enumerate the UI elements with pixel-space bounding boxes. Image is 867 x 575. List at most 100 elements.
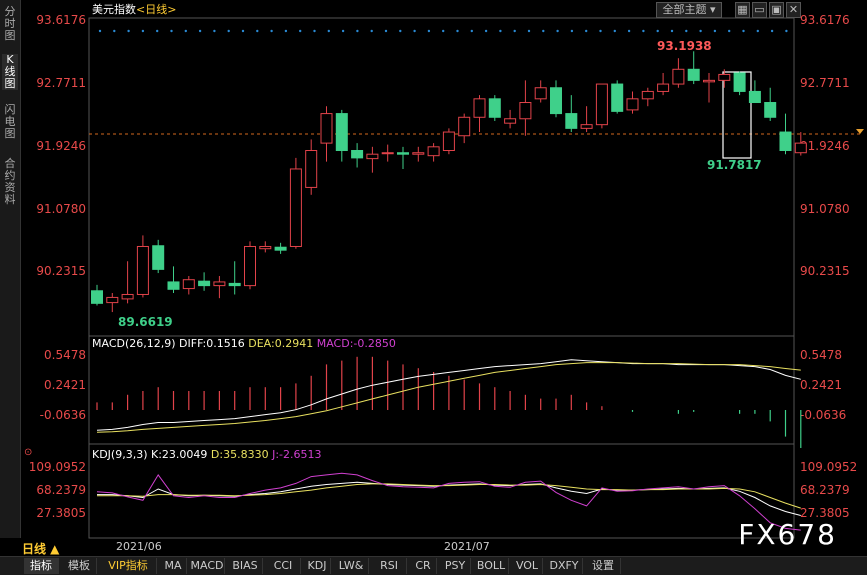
tab-boll[interactable]: BOLL [474,558,509,574]
indicator-tab-bar: 指标 模板 VIP指标 MA MACD BIAS CCI KDJ LW& RSI… [0,556,867,575]
tab-dxfy[interactable]: DXFY [546,558,583,574]
blue-dot [642,29,645,33]
candle-body [595,83,608,126]
blue-dot [599,29,602,33]
recent-low-label: 91.7817 [707,158,762,172]
blue-dot [399,29,402,33]
tab-indicator[interactable]: 指标 [24,558,59,574]
tab-macd[interactable]: MACD [190,558,225,574]
candle-body [335,113,348,152]
tab-cr[interactable]: CR [410,558,437,574]
candle-body [641,90,654,100]
macd-axis: 0.5478 0.2421 -0.0636 0.5478 0.2421 -0.0… [40,348,847,422]
price-tick-left: 91.9246 [36,139,86,153]
macd-dea: DEA:0.2941 [248,337,314,350]
candle-body [121,293,134,300]
blue-dot [170,29,173,33]
candle-body [152,245,165,270]
kdj-tick-right: 109.0952 [800,460,857,474]
tab-vip[interactable]: VIP指标 [100,558,157,574]
candle-body [764,102,777,118]
price-tick-right: 93.6176 [800,13,850,27]
kdj-legend: KDJ(9,3,3) K:23.0049 D:35.8330 J:-2.6513 [92,448,322,462]
candle-body [91,290,103,304]
tab-rsi[interactable]: RSI [372,558,407,574]
candle-body [550,87,562,115]
macd-tick-left: 0.5478 [44,348,86,362]
tab-lw[interactable]: LW& [334,558,369,574]
tab-bias[interactable]: BIAS [228,558,263,574]
blue-dot [499,29,502,33]
macd-legend: MACD(26,12,9) DIFF:0.1516 DEA:0.2941 MAC… [92,337,396,351]
watermark-logo: FX678 [738,518,837,551]
blue-dot [713,29,717,33]
blue-dot [156,29,159,33]
candle-body [228,282,241,287]
tab-settings[interactable]: 设置 [586,558,621,574]
macd-label: MACD(26,12,9) [92,337,176,350]
date-label: 2021/07 [444,540,490,553]
candlestick-series [91,51,807,313]
blue-dot [685,29,688,33]
candle-body [458,116,471,137]
tab-template[interactable]: 模板 [62,558,97,574]
blue-dot [384,29,388,33]
blue-dot [213,29,216,33]
candle-body [611,83,624,112]
tab-psy[interactable]: PSY [440,558,471,574]
kdj-j: J:-2.6513 [272,448,322,461]
kdj-lines [96,472,801,531]
candle-body [488,98,501,118]
price-tick-right: 91.0780 [800,202,850,216]
candle-body [687,68,700,81]
candle-body [672,68,685,85]
blue-dot [184,29,187,33]
blue-dot [770,29,774,33]
blue-dot [356,29,359,33]
candle-body [259,245,272,250]
blue-dot [585,29,588,33]
blue-dot [141,29,145,33]
blue-dot [341,29,345,33]
candle-body [289,168,302,247]
tab-kdj[interactable]: KDJ [304,558,331,574]
macd-histogram [96,356,802,448]
blue-dot [227,29,230,33]
macd-diff: DIFF:0.1516 [179,337,245,350]
blue-dot [613,29,616,33]
blue-dot [313,29,316,33]
candle-body [351,150,364,159]
blue-dot [699,29,702,33]
blue-dot [484,29,488,33]
candle-body [274,246,287,251]
blue-dot [284,29,288,33]
macd-value: MACD:-0.2850 [316,337,396,350]
price-tick-left: 91.0780 [36,202,86,216]
candle-body [779,131,792,152]
kdj-settings-icon[interactable]: ⊙ [24,447,32,458]
blue-dot [299,29,302,33]
candle-body [213,281,226,287]
macd-tick-right: 0.2421 [800,378,842,392]
candle-body [626,98,639,111]
tab-cci[interactable]: CCI [266,558,301,574]
period-selector[interactable]: 日线 ▲ [22,540,59,557]
blue-dot [556,29,559,33]
blue-dot [627,29,631,33]
kdj-k-line [97,481,801,516]
price-tick-left: 92.7711 [36,76,86,90]
candle-body [427,146,440,157]
kdj-tick-right: 68.2379 [800,483,850,497]
blue-dot [442,29,445,33]
tab-vol[interactable]: VOL [512,558,543,574]
blue-dot [728,29,731,33]
high-price-label: 93.1938 [657,39,712,53]
candle-body [534,87,547,100]
candle-body [794,142,807,154]
candle-body [565,113,578,129]
candle-body [504,118,517,124]
blue-dot [456,29,459,33]
tab-ma[interactable]: MA [160,558,187,574]
candle-body [366,153,379,160]
price-tick-right: 91.9246 [800,139,850,153]
